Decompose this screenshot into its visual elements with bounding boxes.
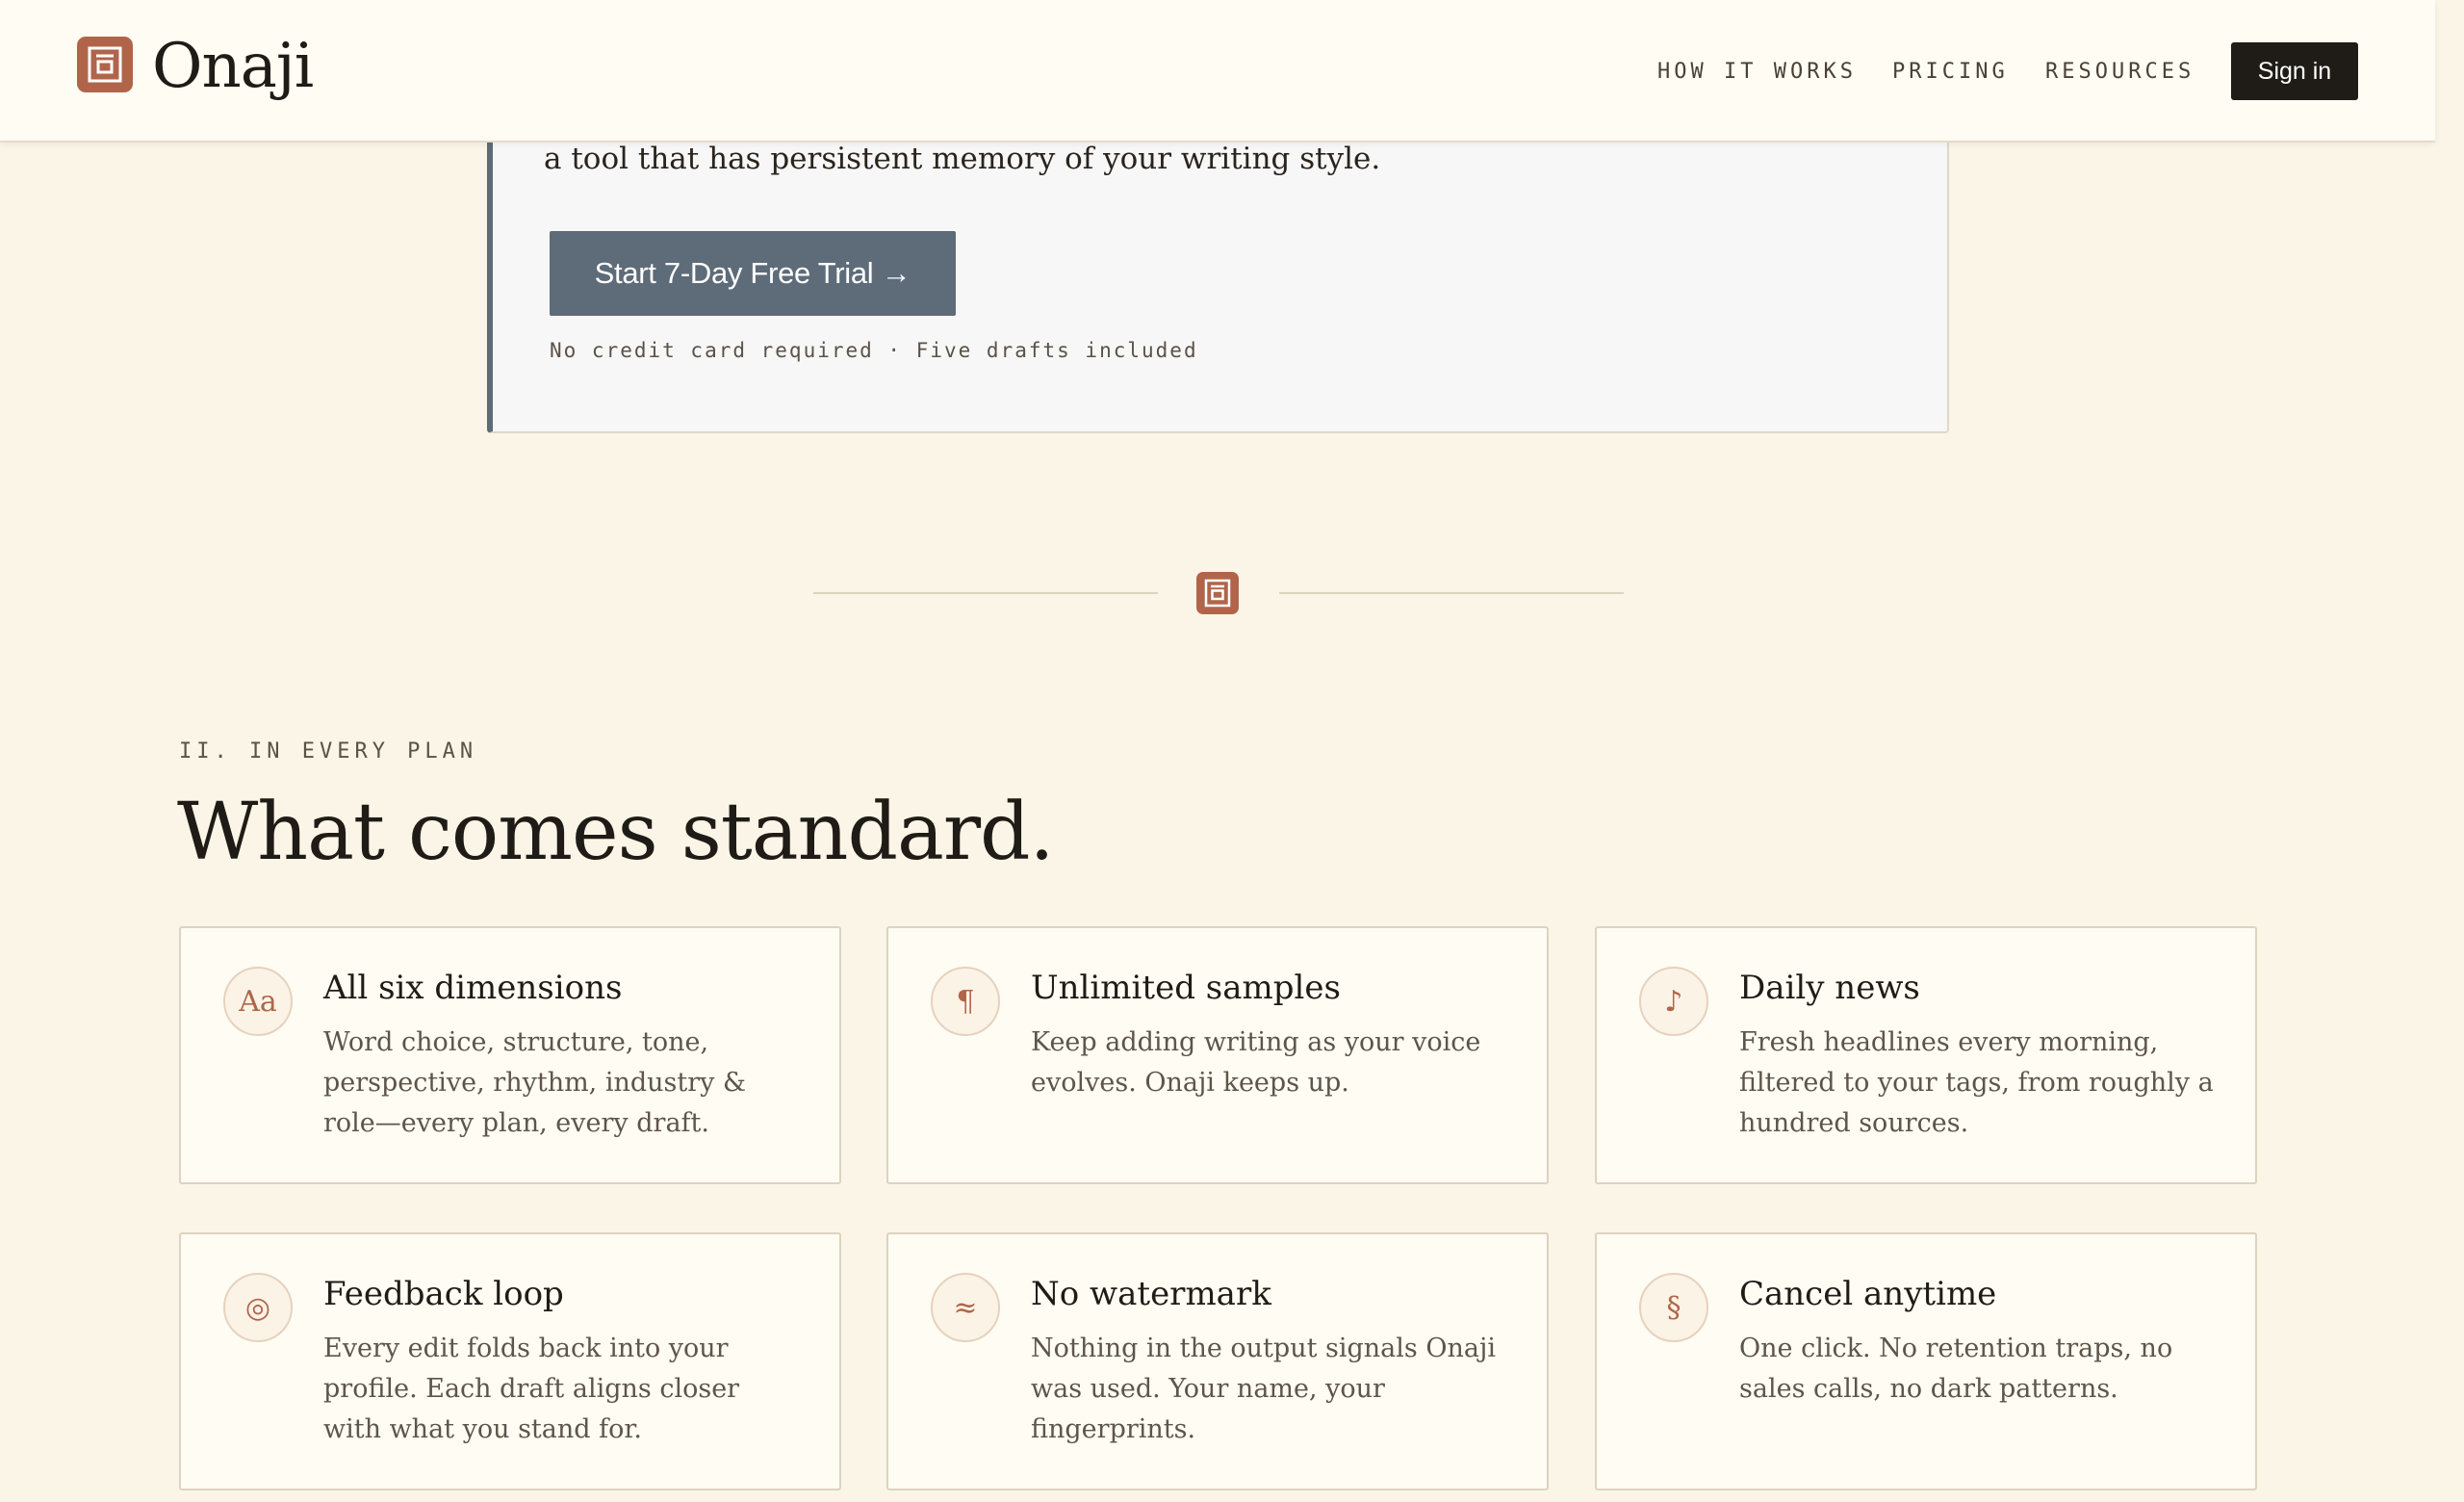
start-trial-button[interactable]: Start 7-Day Free Trial → [550,231,956,316]
section-title: What comes standard. [177,787,1055,878]
page-scrollbar-track[interactable] [2435,0,2464,1502]
logo-icon[interactable] [77,37,133,92]
cta-note: No credit card required · Five drafts in… [550,339,1198,362]
feature-title: Cancel anytime [1739,1275,1997,1313]
nav-resources[interactable]: RESOURCES [2045,42,2194,100]
feature-card-all-six-dimensions: Aa All six dimensions Word choice, struc… [179,926,841,1184]
nav-how-it-works[interactable]: HOW IT WORKS [1657,42,1857,100]
feature-card-feedback-loop: ◎ Feedback loop Every edit folds back in… [179,1232,841,1490]
typography-icon: Aa [223,967,293,1036]
feature-title: Feedback loop [323,1275,564,1313]
feature-title: Unlimited samples [1031,969,1341,1007]
feature-description: Keep adding writing as your voice evolve… [1031,1027,1481,1098]
feature-card-unlimited-samples: ¶ Unlimited samples Keep adding writing … [886,926,1549,1184]
feature-description: One click. No retention traps, no sales … [1739,1334,2173,1404]
feature-card-daily-news: ♪ Daily news Fresh headlines every morni… [1595,926,2257,1184]
target-icon: ◎ [223,1273,293,1342]
feature-description: Nothing in the output signals Onaji was … [1031,1334,1496,1444]
feature-description: Every edit folds back into your profile.… [323,1334,740,1444]
feature-title: All six dimensions [323,969,623,1007]
wave-icon: ≈ [931,1273,1000,1342]
pilcrow-icon: ¶ [931,967,1000,1036]
feature-title: No watermark [1031,1275,1271,1313]
feature-title: Daily news [1739,969,1920,1007]
site-header: Onaji HOW IT WORKS PRICING RESOURCES Sig… [0,0,2435,142]
sign-in-button[interactable]: Sign in [2231,42,2358,100]
divider-line-right [1279,592,1624,594]
feature-description: Fresh headlines every morning, filtered … [1739,1027,2214,1138]
feature-description: Word choice, structure, tone, perspectiv… [323,1027,747,1138]
section-eyebrow: II. IN EVERY PLAN [179,739,478,764]
divider-line-left [813,592,1158,594]
brand-name[interactable]: Onaji [152,25,314,108]
feature-card-no-watermark: ≈ No watermark Nothing in the output sig… [886,1232,1549,1490]
nav-pricing[interactable]: PRICING [1892,42,2009,100]
music-note-icon: ♪ [1639,967,1708,1036]
feature-card-cancel-anytime: § Cancel anytime One click. No retention… [1595,1232,2257,1490]
section-sign-icon: § [1639,1273,1708,1342]
divider-logo-icon [1196,572,1239,614]
